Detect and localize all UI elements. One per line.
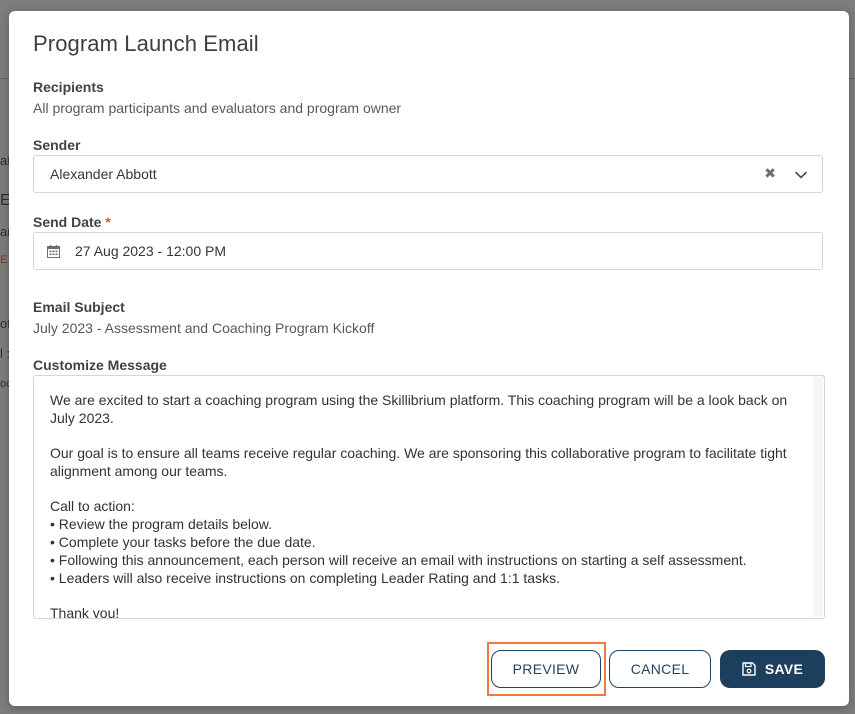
message-cta-item: • Following this announcement, each pers…: [50, 552, 747, 568]
textarea-scrollbar[interactable]: [813, 377, 823, 617]
message-paragraph: Our goal is to ensure all teams receive …: [50, 445, 787, 479]
preview-button[interactable]: PREVIEW: [491, 650, 601, 688]
required-asterisk: *: [105, 214, 111, 230]
cancel-button[interactable]: CANCEL: [609, 650, 711, 688]
program-launch-email-dialog: Program Launch Email Recipients All prog…: [9, 11, 849, 706]
sender-label: Sender: [33, 137, 81, 153]
sender-selected-value: Alexander Abbott: [50, 166, 157, 182]
customize-message-textarea[interactable]: We are excited to start a coaching progr…: [33, 375, 825, 619]
message-cta-item: • Complete your tasks before the due dat…: [50, 534, 316, 550]
recipients-label: Recipients: [33, 79, 104, 95]
message-cta-item: • Review the program details below.: [50, 516, 273, 532]
message-cta-heading: Call to action:: [50, 498, 135, 514]
save-icon: [742, 662, 756, 676]
message-body: We are excited to start a coaching progr…: [50, 391, 805, 619]
message-closing: Thank you!: [50, 605, 120, 619]
send-date-label: Send Date *: [33, 214, 111, 230]
send-date-label-text: Send Date: [33, 214, 102, 230]
message-paragraph: We are excited to start a coaching progr…: [50, 392, 788, 426]
recipients-value: All program participants and evaluators …: [33, 100, 402, 116]
sender-select[interactable]: Alexander Abbott ✖: [33, 155, 823, 193]
email-subject-value: July 2023 - Assessment and Coaching Prog…: [33, 320, 375, 336]
chevron-down-icon[interactable]: [794, 168, 808, 182]
message-cta-item: • Leaders will also receive instructions…: [50, 570, 560, 586]
dialog-title: Program Launch Email: [33, 31, 259, 56]
send-date-picker[interactable]: 27 Aug 2023 - 12:00 PM: [33, 232, 823, 270]
save-button[interactable]: SAVE: [720, 650, 825, 688]
email-subject-label: Email Subject: [33, 299, 125, 315]
customize-message-label: Customize Message: [33, 357, 167, 373]
calendar-icon: [47, 245, 60, 258]
clear-icon[interactable]: ✖: [764, 165, 776, 182]
send-date-value: 27 Aug 2023 - 12:00 PM: [75, 243, 226, 259]
save-button-label: SAVE: [764, 661, 804, 677]
